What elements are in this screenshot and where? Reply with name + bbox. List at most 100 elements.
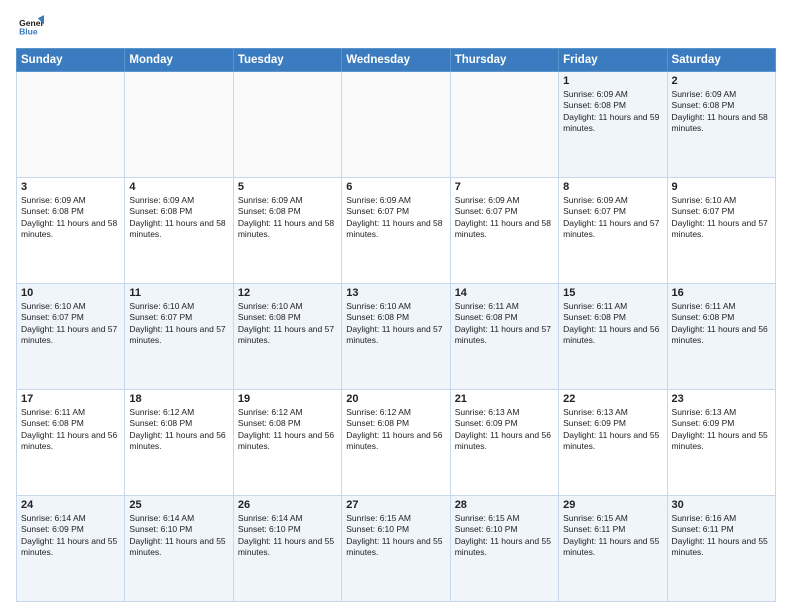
week-row-3: 10 Sunrise: 6:10 AMSunset: 6:07 PMDayligh… — [17, 284, 776, 390]
day-info: Sunrise: 6:09 AMSunset: 6:07 PMDaylight:… — [455, 195, 554, 241]
day-cell-14: 14Sunrise: 6:11 AMSunset: 6:08 PMDayligh… — [450, 284, 558, 390]
day-info: Sunrise: 6:15 AMSunset: 6:11 PMDaylight:… — [563, 513, 662, 559]
weekday-header-row: SundayMondayTuesdayWednesdayThursdayFrid… — [17, 49, 776, 72]
empty-cell — [342, 72, 450, 178]
day-number: 17 — [21, 393, 120, 405]
day-number: 8 — [563, 181, 662, 193]
day-number: 3 — [21, 181, 120, 193]
day-cell-3: 3Sunrise: 6:09 AMSunset: 6:08 PMDaylight… — [17, 178, 125, 284]
day-info: Sunrise: 6:09 AMSunset: 6:08 PMDaylight:… — [238, 195, 337, 241]
day-info: Sunrise: 6:13 AMSunset: 6:09 PMDaylight:… — [672, 407, 771, 453]
day-info: Sunrise: 6:10 AMSunset: 6:08 PMDaylight:… — [346, 301, 445, 347]
day-number: 12 — [238, 287, 337, 299]
week-row-1: 1 Sunrise: 6:09 AMSunset: 6:08 PMDaylight… — [17, 72, 776, 178]
day-cell-27: 27 Sunrise: 6:15 AMSunset: 6:10 PMDayligh… — [342, 496, 450, 602]
day-cell-22: 22 Sunrise: 6:13 AMSunset: 6:09 PMDayligh… — [559, 390, 667, 496]
day-cell-30: 30Sunrise: 6:16 AMSunset: 6:11 PMDayligh… — [667, 496, 775, 602]
day-cell-10: 10 Sunrise: 6:10 AMSunset: 6:07 PMDayligh… — [17, 284, 125, 390]
day-cell-6: 6 Sunrise: 6:09 AMSunset: 6:07 PMDaylight… — [342, 178, 450, 284]
day-number: 10 — [21, 287, 120, 299]
day-cell-1: 1 Sunrise: 6:09 AMSunset: 6:08 PMDaylight… — [559, 72, 667, 178]
empty-cell — [125, 72, 233, 178]
day-number: 25 — [129, 499, 228, 511]
day-cell-9: 9 Sunrise: 6:10 AMSunset: 6:07 PMDaylight… — [667, 178, 775, 284]
day-info: Sunrise: 6:12 AMSunset: 6:08 PMDaylight:… — [238, 407, 337, 453]
weekday-header-sunday: Sunday — [17, 49, 125, 72]
calendar-table: SundayMondayTuesdayWednesdayThursdayFrid… — [16, 48, 776, 602]
day-number: 9 — [672, 181, 771, 193]
day-cell-25: 25Sunrise: 6:14 AMSunset: 6:10 PMDayligh… — [125, 496, 233, 602]
weekday-header-friday: Friday — [559, 49, 667, 72]
day-cell-29: 29 Sunrise: 6:15 AMSunset: 6:11 PMDayligh… — [559, 496, 667, 602]
logo-icon: General Blue — [16, 12, 44, 40]
day-number: 21 — [455, 393, 554, 405]
day-number: 30 — [672, 499, 771, 511]
day-number: 28 — [455, 499, 554, 511]
weekday-header-monday: Monday — [125, 49, 233, 72]
day-cell-16: 16 Sunrise: 6:11 AMSunset: 6:08 PMDayligh… — [667, 284, 775, 390]
day-info: Sunrise: 6:14 AMSunset: 6:09 PMDaylight:… — [21, 513, 120, 559]
calendar-header: SundayMondayTuesdayWednesdayThursdayFrid… — [17, 49, 776, 72]
header: General Blue — [16, 12, 776, 40]
day-number: 7 — [455, 181, 554, 193]
day-info: Sunrise: 6:15 AMSunset: 6:10 PMDaylight:… — [455, 513, 554, 559]
day-number: 18 — [129, 393, 228, 405]
day-info: Sunrise: 6:10 AMSunset: 6:07 PMDaylight:… — [129, 301, 228, 347]
week-row-4: 17Sunrise: 6:11 AMSunset: 6:08 PMDayligh… — [17, 390, 776, 496]
day-info: Sunrise: 6:11 AMSunset: 6:08 PMDaylight:… — [563, 301, 662, 347]
day-number: 19 — [238, 393, 337, 405]
day-cell-4: 4 Sunrise: 6:09 AMSunset: 6:08 PMDaylight… — [125, 178, 233, 284]
day-number: 15 — [563, 287, 662, 299]
day-info: Sunrise: 6:09 AMSunset: 6:08 PMDaylight:… — [672, 89, 771, 135]
empty-cell — [450, 72, 558, 178]
day-number: 27 — [346, 499, 445, 511]
day-number: 20 — [346, 393, 445, 405]
day-info: Sunrise: 6:13 AMSunset: 6:09 PMDaylight:… — [563, 407, 662, 453]
day-number: 16 — [672, 287, 771, 299]
day-info: Sunrise: 6:12 AMSunset: 6:08 PMDaylight:… — [346, 407, 445, 453]
day-number: 29 — [563, 499, 662, 511]
day-cell-8: 8 Sunrise: 6:09 AMSunset: 6:07 PMDaylight… — [559, 178, 667, 284]
weekday-header-wednesday: Wednesday — [342, 49, 450, 72]
day-cell-24: 24Sunrise: 6:14 AMSunset: 6:09 PMDayligh… — [17, 496, 125, 602]
day-number: 11 — [129, 287, 228, 299]
day-number: 2 — [672, 75, 771, 87]
day-number: 1 — [563, 75, 662, 87]
day-cell-17: 17Sunrise: 6:11 AMSunset: 6:08 PMDayligh… — [17, 390, 125, 496]
day-cell-5: 5 Sunrise: 6:09 AMSunset: 6:08 PMDaylight… — [233, 178, 341, 284]
day-number: 6 — [346, 181, 445, 193]
day-number: 5 — [238, 181, 337, 193]
day-info: Sunrise: 6:14 AMSunset: 6:10 PMDaylight:… — [238, 513, 337, 559]
empty-cell — [17, 72, 125, 178]
day-cell-13: 13Sunrise: 6:10 AMSunset: 6:08 PMDayligh… — [342, 284, 450, 390]
day-info: Sunrise: 6:13 AMSunset: 6:09 PMDaylight:… — [455, 407, 554, 453]
day-info: Sunrise: 6:11 AMSunset: 6:08 PMDaylight:… — [455, 301, 554, 347]
day-info: Sunrise: 6:09 AMSunset: 6:07 PMDaylight:… — [563, 195, 662, 241]
day-number: 26 — [238, 499, 337, 511]
day-cell-15: 15 Sunrise: 6:11 AMSunset: 6:08 PMDayligh… — [559, 284, 667, 390]
calendar-body: 1 Sunrise: 6:09 AMSunset: 6:08 PMDaylight… — [17, 72, 776, 602]
day-cell-21: 21 Sunrise: 6:13 AMSunset: 6:09 PMDayligh… — [450, 390, 558, 496]
day-cell-12: 12Sunrise: 6:10 AMSunset: 6:08 PMDayligh… — [233, 284, 341, 390]
day-cell-20: 20 Sunrise: 6:12 AMSunset: 6:08 PMDayligh… — [342, 390, 450, 496]
day-cell-23: 23Sunrise: 6:13 AMSunset: 6:09 PMDayligh… — [667, 390, 775, 496]
day-number: 22 — [563, 393, 662, 405]
svg-text:Blue: Blue — [19, 27, 38, 37]
week-row-2: 3 Sunrise: 6:09 AMSunset: 6:08 PMDaylight… — [17, 178, 776, 284]
empty-cell — [233, 72, 341, 178]
day-info: Sunrise: 6:15 AMSunset: 6:10 PMDaylight:… — [346, 513, 445, 559]
day-info: Sunrise: 6:09 AMSunset: 6:08 PMDaylight:… — [563, 89, 662, 135]
day-info: Sunrise: 6:10 AMSunset: 6:07 PMDaylight:… — [21, 301, 120, 347]
day-info: Sunrise: 6:09 AMSunset: 6:08 PMDaylight:… — [129, 195, 228, 241]
day-info: Sunrise: 6:11 AMSunset: 6:08 PMDaylight:… — [672, 301, 771, 347]
day-cell-19: 19 Sunrise: 6:12 AMSunset: 6:08 PMDayligh… — [233, 390, 341, 496]
day-cell-2: 2 Sunrise: 6:09 AMSunset: 6:08 PMDaylight… — [667, 72, 775, 178]
weekday-header-tuesday: Tuesday — [233, 49, 341, 72]
day-info: Sunrise: 6:10 AMSunset: 6:07 PMDaylight:… — [672, 195, 771, 241]
day-info: Sunrise: 6:09 AMSunset: 6:07 PMDaylight:… — [346, 195, 445, 241]
day-number: 4 — [129, 181, 228, 193]
day-cell-28: 28 Sunrise: 6:15 AMSunset: 6:10 PMDayligh… — [450, 496, 558, 602]
weekday-header-saturday: Saturday — [667, 49, 775, 72]
weekday-header-thursday: Thursday — [450, 49, 558, 72]
day-info: Sunrise: 6:12 AMSunset: 6:08 PMDaylight:… — [129, 407, 228, 453]
